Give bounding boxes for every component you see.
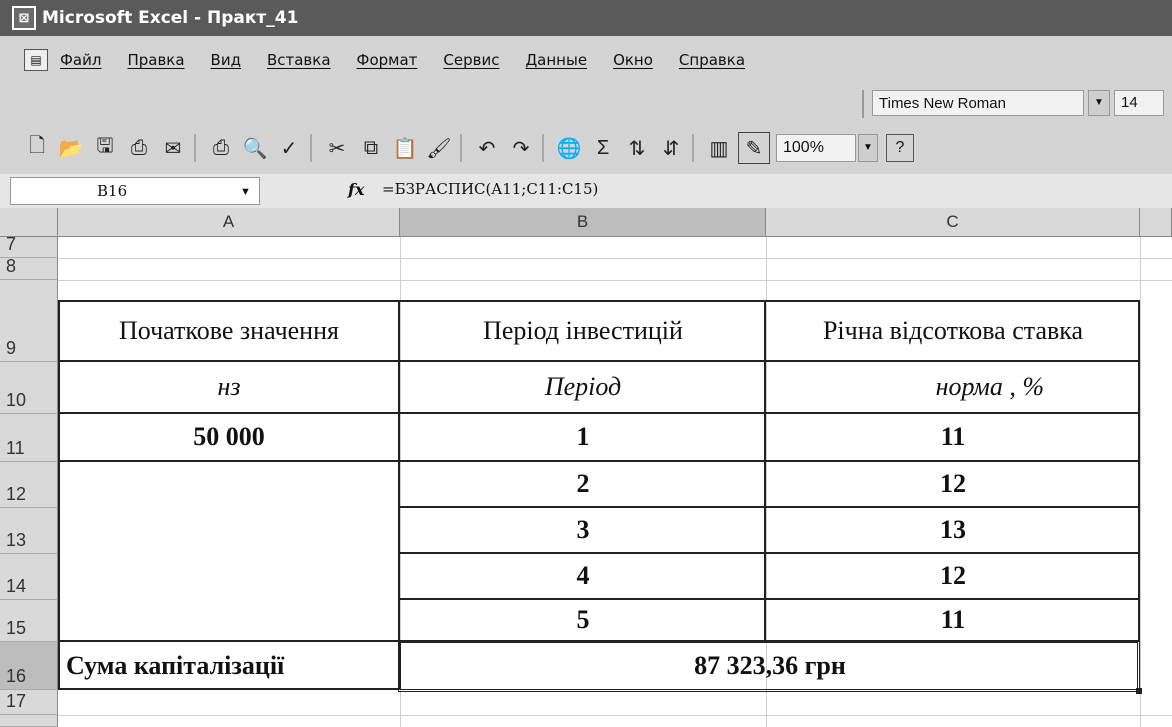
menu-insert[interactable]: Вставка (267, 51, 331, 69)
toolbar-separator (194, 134, 196, 162)
menu-view[interactable]: Вид (211, 51, 241, 69)
standard-toolbar: 🗋 📂 🖫 ⎙ ✉ ⎙ 🔍 ✓ ✂ ⧉ 📋 🖌 ↶ ↷ 🌐 Σ ⇅ ⇵ ▥ ✎ … (0, 122, 1172, 174)
function-icon[interactable]: fx (348, 180, 364, 199)
toolbar-separator (862, 90, 864, 118)
gridline (1140, 237, 1141, 727)
cell-a11[interactable]: 50 000 (58, 414, 400, 460)
email-icon[interactable]: ✉ (158, 133, 188, 163)
window-title: Microsoft Excel - Практ_41 (42, 8, 299, 28)
sort-descending-icon[interactable]: ⇵ (656, 133, 686, 163)
name-box-dropdown-icon[interactable]: ▼ (240, 186, 251, 198)
permission-icon[interactable]: ⎙ (124, 133, 154, 163)
toolbar-separator (310, 134, 312, 162)
menu-file[interactable]: Файл (60, 51, 101, 69)
print-preview-icon[interactable]: 🔍 (240, 133, 270, 163)
gridline (58, 258, 1172, 259)
font-name-select[interactable]: Times New Roman (872, 90, 1084, 116)
cell-a9[interactable]: Початкове значення (58, 302, 400, 360)
cell-b11[interactable]: 1 (400, 414, 766, 460)
cell-c15[interactable]: 11 (766, 600, 1140, 640)
font-size-select[interactable]: 14 (1114, 90, 1164, 116)
cell-b10[interactable]: Період (400, 362, 766, 412)
name-box[interactable]: B16 (10, 177, 260, 205)
title-bar: ⊠ Microsoft Excel - Практ_41 (0, 0, 1172, 36)
cell-a16[interactable]: Сума капіталізації (58, 642, 400, 690)
row-header-8[interactable]: 8 (0, 256, 58, 280)
open-icon[interactable]: 📂 (56, 133, 86, 163)
document-icon[interactable]: ▤ (24, 49, 48, 71)
new-icon[interactable]: 🗋 (22, 133, 52, 163)
menu-bar: ▤ Файл Правка Вид Вставка Формат Сервис … (0, 36, 1172, 84)
print-icon[interactable]: ⎙ (206, 133, 236, 163)
hyperlink-icon[interactable]: 🌐 (554, 133, 584, 163)
cell-c13[interactable]: 13 (766, 508, 1140, 552)
cell-c11[interactable]: 11 (766, 414, 1140, 460)
help-icon[interactable]: ? (886, 134, 914, 162)
autosum-icon[interactable]: Σ (588, 133, 618, 163)
row-header-9[interactable]: 9 (0, 280, 58, 362)
menu-edit[interactable]: Правка (127, 51, 184, 69)
format-painter-icon[interactable]: 🖌 (424, 133, 454, 163)
formula-input[interactable]: =БЗРАСПИС(A11;C11:C15) (382, 180, 598, 198)
menu-tools[interactable]: Сервис (443, 51, 499, 69)
font-dropdown-icon[interactable]: ▼ (1088, 90, 1110, 116)
excel-icon: ⊠ (12, 6, 36, 30)
toolbar-separator (692, 134, 694, 162)
cut-icon[interactable]: ✂ (322, 133, 352, 163)
column-header-d[interactable] (1140, 208, 1172, 237)
row-header-12[interactable]: 12 (0, 462, 58, 508)
row-header-16[interactable]: 16 (0, 642, 58, 690)
cell-b14[interactable]: 4 (400, 554, 766, 598)
row-header-15[interactable]: 15 (0, 600, 58, 642)
row-header-18[interactable] (0, 715, 58, 727)
row-header-17[interactable]: 17 (0, 690, 58, 715)
cell-b15[interactable]: 5 (400, 600, 766, 640)
menu-data[interactable]: Данные (525, 51, 587, 69)
gridline (58, 280, 1172, 281)
cell-b13[interactable]: 3 (400, 508, 766, 552)
menu-format[interactable]: Формат (357, 51, 418, 69)
cell-c10[interactable]: норма , % (766, 362, 1140, 412)
row-header-14[interactable]: 14 (0, 554, 58, 600)
row-header-13[interactable]: 13 (0, 508, 58, 554)
zoom-dropdown-icon[interactable]: ▼ (858, 134, 878, 162)
row-header-10[interactable]: 10 (0, 362, 58, 414)
copy-icon[interactable]: ⧉ (356, 133, 386, 163)
save-icon[interactable]: 🖫 (90, 133, 120, 163)
menu-window[interactable]: Окно (613, 51, 653, 69)
cell-b9[interactable]: Період інвестицій (400, 302, 766, 360)
select-all-corner[interactable] (0, 208, 58, 237)
toolbar-separator (542, 134, 544, 162)
cell-a10[interactable]: нз (58, 362, 400, 412)
spelling-icon[interactable]: ✓ (274, 133, 304, 163)
column-header-c[interactable]: C (766, 208, 1140, 237)
row-header-11[interactable]: 11 (0, 414, 58, 462)
redo-icon[interactable]: ↷ (506, 133, 536, 163)
column-header-b[interactable]: B (400, 208, 766, 237)
chart-wizard-icon[interactable]: ▥ (704, 133, 734, 163)
cell-b16[interactable]: 87 323,36 грн (400, 642, 1140, 690)
column-header-a[interactable]: A (58, 208, 400, 237)
undo-icon[interactable]: ↶ (472, 133, 502, 163)
paste-icon[interactable]: 📋 (390, 133, 420, 163)
cell-c9[interactable]: Річна відсоткова ставка (766, 302, 1140, 360)
zoom-select[interactable]: 100% (776, 134, 856, 162)
formula-bar: B16 ▼ fx =БЗРАСПИС(A11;C11:C15) (0, 174, 1172, 209)
cell-c12[interactable]: 12 (766, 462, 1140, 506)
worksheet-grid[interactable]: A B C 7 8 9 10 11 12 13 14 15 16 17 Поча… (0, 208, 1172, 727)
format-toolbar: Times New Roman ▼ 14 (0, 84, 1172, 122)
cell-b12[interactable]: 2 (400, 462, 766, 506)
sort-ascending-icon[interactable]: ⇅ (622, 133, 652, 163)
cell-c14[interactable]: 12 (766, 554, 1140, 598)
gridline (58, 715, 1172, 716)
toolbar-separator (460, 134, 462, 162)
row-header-7[interactable]: 7 (0, 234, 58, 258)
drawing-icon[interactable]: ✎ (738, 132, 770, 164)
menu-help[interactable]: Справка (679, 51, 745, 69)
